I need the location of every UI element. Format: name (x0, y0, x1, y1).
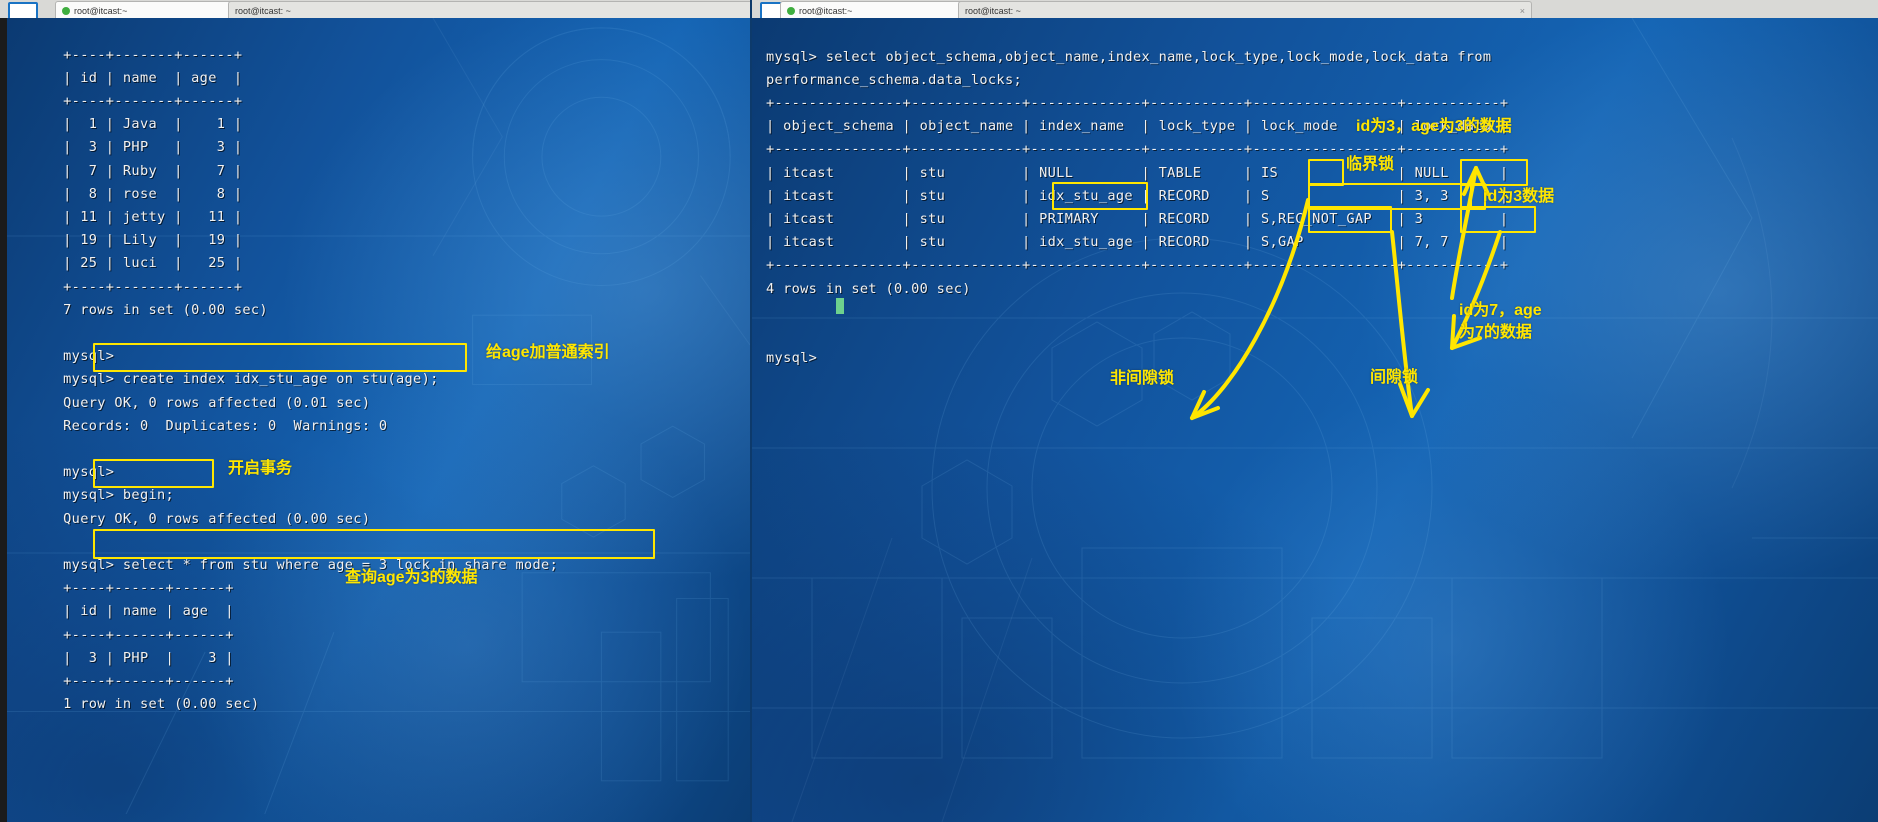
left-tab-2-label: root@itcast: ~ (235, 5, 291, 16)
annotation-begin: 开启事务 (228, 460, 293, 477)
close-icon[interactable]: × (1520, 6, 1525, 16)
right-tab-1-label: root@itcast:~ (799, 5, 853, 16)
annotation-id7-age7: id为7，age 为7的数据 (1459, 302, 1542, 341)
dual-terminal-screenshot: root@itcast:~ root@itcast: ~ × (0, 0, 1878, 822)
left-terminal-text: +----+-------+------+ | id | name | age … (63, 46, 559, 713)
annotation-create-index: 给age加普通索引 (486, 344, 610, 361)
annotation-id3-age3: id为3，age为3的数据 (1356, 118, 1512, 135)
right-tab-2-label: root@itcast: ~ (965, 5, 1021, 16)
annotation-non-gap-lock: 非间隙锁 (1110, 370, 1175, 387)
annotation-gap-lock: 间隙锁 (1370, 369, 1419, 386)
left-terminal-window: root@itcast:~ root@itcast: ~ × (0, 0, 750, 822)
annotation-select: 查询age为3的数据 (345, 569, 478, 586)
left-tab-1[interactable]: root@itcast:~ (55, 1, 239, 19)
right-tab-1[interactable]: root@itcast:~ (780, 1, 969, 19)
right-terminal-body[interactable]: mysql> select object_schema,object_name,… (752, 18, 1878, 822)
terminal-tab-icon (787, 6, 795, 15)
terminal-cursor (836, 298, 844, 314)
left-tab-1-label: root@itcast:~ (74, 5, 128, 16)
annotation-critical-lock: 临界锁 (1346, 156, 1395, 173)
annotation-id3: id为3数据 (1483, 188, 1555, 205)
left-tab-bar: root@itcast:~ root@itcast: ~ × (0, 0, 750, 20)
terminal-tab-icon (62, 6, 70, 15)
right-terminal-text: mysql> select object_schema,object_name,… (766, 48, 1509, 367)
left-tab-2[interactable]: root@itcast: ~ × (228, 1, 750, 19)
right-tab-bar: root@itcast:~ root@itcast: ~ × (752, 0, 1878, 20)
left-terminal-body[interactable]: +----+-------+------+ | id | name | age … (0, 18, 750, 822)
right-terminal-window: root@itcast:~ root@itcast: ~ × mysql> se… (752, 0, 1878, 822)
right-tab-2[interactable]: root@itcast: ~ × (958, 1, 1532, 19)
